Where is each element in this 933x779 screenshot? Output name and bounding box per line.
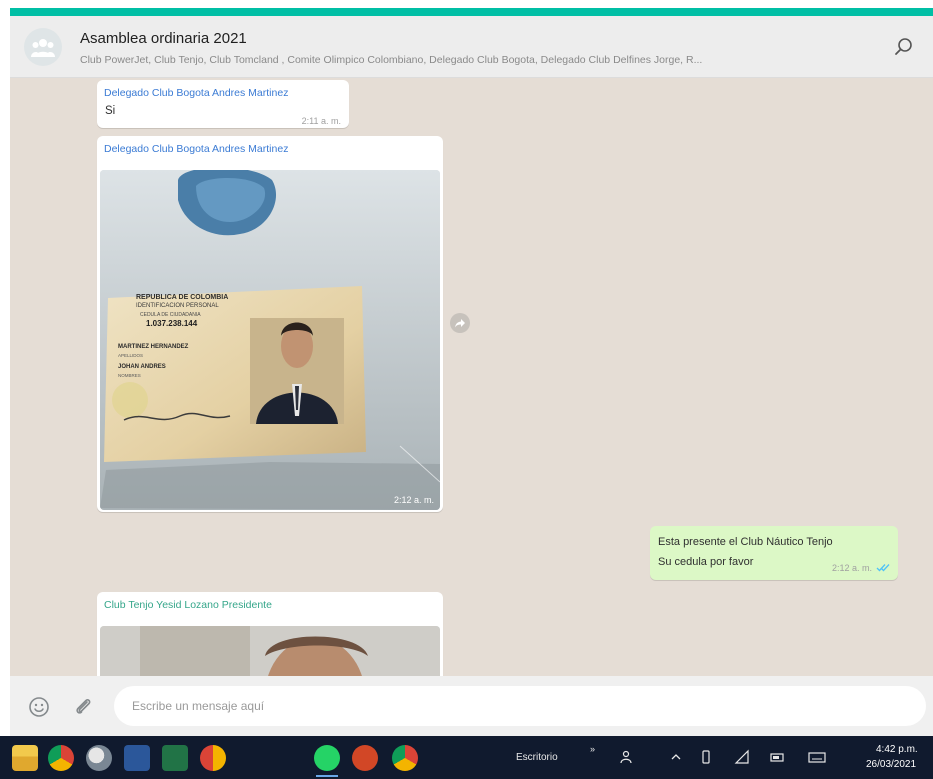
- toolbar-expand-icon[interactable]: »: [590, 744, 595, 754]
- desktop-toolbar-label[interactable]: Escritorio: [516, 752, 558, 763]
- network-icon[interactable]: [734, 749, 750, 765]
- chat-title: Asamblea ordinaria 2021: [80, 30, 247, 47]
- portrait-photo[interactable]: [100, 626, 440, 676]
- id-card-line: CEDULA DE CIUDADANIA: [140, 312, 201, 318]
- id-card-photo[interactable]: REPUBLICA DE COLOMBIA IDENTIFICACION PER…: [100, 170, 440, 510]
- id-card-line: APELLIDOS: [118, 353, 144, 358]
- group-avatar-icon[interactable]: [24, 28, 62, 66]
- excel-icon[interactable]: [162, 745, 188, 771]
- message-sender: Delegado Club Bogota Andres Martinez: [104, 143, 289, 155]
- id-card-line: JOHAN ANDRES: [118, 364, 166, 370]
- usb-drive-icon[interactable]: [698, 749, 714, 765]
- outgoing-message-bubble[interactable]: Esta presente el Club Náutico Tenjo Su c…: [650, 526, 898, 580]
- message-sender: Delegado Club Bogota Andres Martinez: [104, 87, 289, 99]
- message-bubble[interactable]: Delegado Club Bogota Andres Martinez Si …: [97, 80, 349, 128]
- participants-list: Club PowerJet, Club Tenjo, Club Tomcland…: [80, 54, 703, 66]
- powerpoint-icon[interactable]: [352, 745, 378, 771]
- windows-taskbar: Escritorio » 4:42 p.m. 26/03/2021: [0, 736, 933, 779]
- chat-panel[interactable]: Delegado Club Bogota Andres Martinez Si …: [10, 78, 933, 676]
- chrome-alt-icon[interactable]: [200, 745, 226, 771]
- message-time: 2:12 a. m.: [831, 563, 872, 573]
- id-card-line: MARTINEZ HERNANDEZ: [118, 344, 189, 350]
- message-text-line: Esta presente el Club Náutico Tenjo: [658, 536, 833, 548]
- portrait-photo-art: [100, 626, 440, 676]
- people-icon[interactable]: [620, 749, 636, 765]
- whatsapp-icon[interactable]: [314, 745, 340, 777]
- message-text-line: Su cedula por favor: [658, 556, 754, 568]
- emoji-icon[interactable]: [28, 696, 50, 718]
- id-card-line: IDENTIFICACION PERSONAL: [136, 303, 219, 309]
- accent-bar: [10, 8, 933, 16]
- paint-icon[interactable]: [86, 745, 112, 771]
- id-card-line: NOMBRES: [118, 373, 141, 378]
- id-card-photo-art: [100, 170, 440, 510]
- image-time: 2:12 a. m.: [393, 495, 434, 505]
- chrome-profile-icon[interactable]: [392, 745, 418, 771]
- keyboard-icon[interactable]: [808, 749, 826, 765]
- word-icon[interactable]: [124, 745, 150, 771]
- clock-time[interactable]: 4:42 p.m.: [876, 744, 918, 755]
- paperclip-icon[interactable]: [72, 696, 94, 718]
- clock-date[interactable]: 26/03/2021: [866, 759, 916, 770]
- message-composer: [10, 676, 933, 736]
- image-message-bubble[interactable]: Club Tenjo Yesid Lozano Presidente: [97, 592, 443, 676]
- whatsapp-web-window: Asamblea ordinaria 2021 Club PowerJet, C…: [0, 0, 933, 779]
- id-card-line: REPUBLICA DE COLOMBIA: [136, 294, 229, 301]
- search-icon[interactable]: [893, 36, 915, 58]
- message-input[interactable]: [114, 686, 926, 726]
- battery-icon[interactable]: [770, 749, 786, 765]
- message-sender: Club Tenjo Yesid Lozano Presidente: [104, 599, 272, 611]
- message-time: 2:11 a. m.: [301, 116, 341, 126]
- file-explorer-icon[interactable]: [12, 745, 38, 771]
- image-message-bubble[interactable]: Delegado Club Bogota Andres Martinez REP…: [97, 136, 443, 512]
- chevron-up-icon[interactable]: [668, 749, 684, 765]
- chrome-icon[interactable]: [48, 745, 74, 771]
- read-receipt-icon: [876, 564, 890, 572]
- id-card-line: 1.037.238.144: [146, 319, 198, 328]
- forward-icon[interactable]: [450, 313, 470, 333]
- chat-header[interactable]: Asamblea ordinaria 2021 Club PowerJet, C…: [10, 16, 933, 78]
- message-text: Si: [105, 105, 116, 117]
